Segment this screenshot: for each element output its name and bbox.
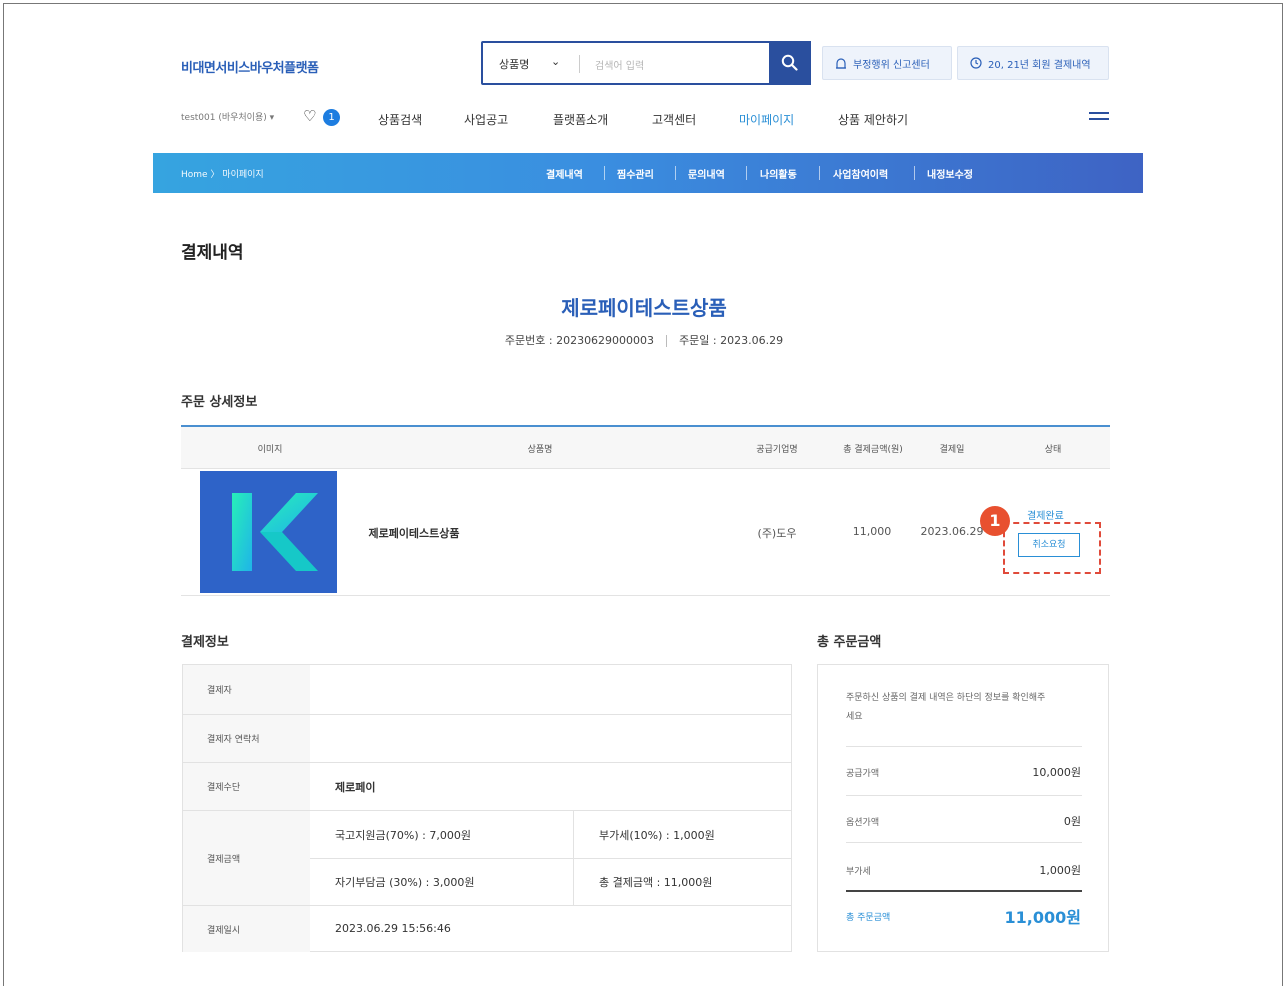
subnav-separator: [604, 166, 605, 180]
nav-product-search[interactable]: 상품검색: [378, 111, 422, 128]
order-summary-box: 주문하신 상품의 결제 내역은 하단의 정보를 확인해주세요 공급가액 10,0…: [817, 664, 1109, 952]
row-divider: [183, 810, 791, 811]
label-pay-method: 결제수단: [183, 763, 310, 810]
nav-customer-center[interactable]: 고객센터: [652, 111, 696, 128]
col-total-amount: 총 결제금액(원): [843, 445, 903, 455]
order-detail-heading: 주문 상세정보: [181, 395, 258, 410]
heart-icon[interactable]: ♡: [303, 107, 316, 125]
total-value: 11,000원: [1004, 908, 1081, 927]
total-amount: 11,000: [852, 525, 892, 538]
search-category-select[interactable]: 상품명: [499, 56, 529, 72]
pay-method-value: 제로페이: [335, 781, 376, 794]
label-payer: 결제자: [183, 665, 310, 714]
vat-label: 부가세: [846, 867, 871, 877]
heart-count-badge: 1: [323, 109, 340, 126]
row-divider: [183, 762, 791, 763]
user-menu[interactable]: test001 (바우처이용) ▾: [181, 110, 274, 123]
search-icon: [781, 54, 798, 71]
nav-business-notice[interactable]: 사업공고: [464, 111, 508, 128]
total-order-heading: 총 주문금액: [817, 635, 882, 650]
label-payer-contact: 결제자 연락처: [183, 715, 310, 762]
search-input[interactable]: 검색어 입력: [595, 57, 644, 72]
nav-platform-intro[interactable]: 플랫폼소개: [553, 111, 608, 128]
order-table-header: 이미지 상품명 공급기업명 총 결제금액(원) 결제일 상태: [181, 425, 1110, 469]
col-divider: [573, 811, 574, 905]
nav-propose-product[interactable]: 상품 제안하기: [838, 111, 908, 128]
payment-info-table: 결제자 결제자 연락처 결제수단 결제금액 결제일시 제로페이 국고지원금(70…: [182, 664, 792, 952]
supply-label: 공급가액: [846, 769, 880, 779]
row-divider: [310, 858, 791, 859]
siren-icon: [836, 58, 846, 69]
pay-date: 2023.06.29: [920, 525, 984, 538]
total-pay-value: 총 결제금액 : 11,000원: [599, 876, 713, 889]
label-pay-amount: 결제금액: [183, 811, 310, 905]
col-status: 상태: [1044, 445, 1062, 455]
subnav-payment-history[interactable]: 결제내역: [546, 166, 583, 181]
cancel-request-button[interactable]: 취소요청: [1018, 533, 1080, 557]
subnav-separator: [746, 166, 747, 180]
callout-number-badge: 1: [980, 506, 1010, 536]
report-center-button[interactable]: 부정행위 신고센터: [822, 46, 952, 80]
order-meta: 주문번호 : 20230629000003 주문일 : 2023.06.29: [0, 332, 1288, 348]
history-label: 20, 21년 회원 결제내역: [988, 59, 1091, 71]
page-title: 결제내역: [181, 243, 244, 263]
search-divider: [579, 55, 580, 73]
self-pay-value: 자기부담금 (30%) : 3,000원: [335, 876, 475, 889]
col-image: 이미지: [257, 445, 283, 455]
breadcrumb[interactable]: Home 〉 마이페이지: [181, 167, 264, 180]
summary-divider: [846, 746, 1082, 747]
row-divider: [183, 714, 791, 715]
col-supplier: 공급기업명: [756, 445, 798, 455]
order-date: 주문일 : 2023.06.29: [679, 334, 784, 347]
label-paid-at: 결제일시: [183, 906, 310, 952]
col-pay-date: 결제일: [939, 445, 965, 455]
col-product-name: 상품명: [527, 445, 553, 455]
product-title: 제로페이테스트상품: [561, 296, 727, 320]
summary-total-divider: [846, 890, 1082, 892]
mypage-subnav-band: Home 〉 마이페이지 결제내역 찜수관리 문의내역 나의활동 사업참여이력 …: [153, 153, 1143, 193]
vat-value: 부가세(10%) : 1,000원: [599, 829, 715, 842]
table-row: 제로페이테스트상품 (주)도우 11,000 2023.06.29: [181, 469, 1110, 596]
chevron-down-icon[interactable]: ⌄: [551, 55, 560, 68]
gov-support-value: 국고지원금(70%) : 7,000원: [335, 829, 471, 842]
order-number: 주문번호 : 20230629000003: [504, 334, 655, 347]
subnav-edit-profile[interactable]: 내정보수정: [927, 166, 973, 181]
search-button[interactable]: [769, 41, 811, 85]
subnav-separator: [675, 166, 676, 180]
option-label: 옵션가액: [846, 818, 880, 828]
summary-divider: [846, 842, 1082, 843]
subnav-separator: [914, 166, 915, 180]
subnav-wishlist[interactable]: 찜수관리: [617, 166, 654, 181]
summary-note: 주문하신 상품의 결제 내역은 하단의 정보를 확인해주세요: [846, 693, 1046, 722]
menu-icon[interactable]: [1089, 112, 1109, 124]
history-button[interactable]: 20, 21년 회원 결제내역: [957, 46, 1109, 80]
payment-info-heading: 결제정보: [181, 635, 229, 650]
site-logo[interactable]: 비대면서비스바우처플랫폼: [181, 57, 319, 76]
vat-summary-value: 1,000원: [1039, 864, 1081, 877]
subnav-separator: [819, 166, 820, 180]
k-logo-icon: [232, 493, 318, 571]
supplier-name: (주)도우: [757, 527, 797, 540]
product-thumbnail[interactable]: [200, 471, 337, 593]
total-label: 총 주문금액: [846, 913, 891, 923]
row-divider: [183, 905, 791, 906]
search-bar: 상품명 ⌄ 검색어 입력: [481, 41, 811, 85]
paid-at-value: 2023.06.29 15:56:46: [335, 922, 451, 935]
summary-divider: [846, 795, 1082, 796]
subnav-inquiries[interactable]: 문의내역: [688, 166, 725, 181]
option-value: 0원: [1063, 815, 1081, 828]
clock-icon: [970, 57, 982, 69]
subnav-project-history[interactable]: 사업참여이력: [833, 166, 888, 181]
product-name[interactable]: 제로페이테스트상품: [368, 525, 459, 541]
subnav-my-activity[interactable]: 나의활동: [760, 166, 797, 181]
supply-value: 10,000원: [1032, 766, 1081, 779]
report-center-label: 부정행위 신고센터: [853, 59, 930, 71]
nav-mypage[interactable]: 마이페이지: [739, 111, 794, 128]
status-badge: 결제완료: [1027, 511, 1064, 522]
